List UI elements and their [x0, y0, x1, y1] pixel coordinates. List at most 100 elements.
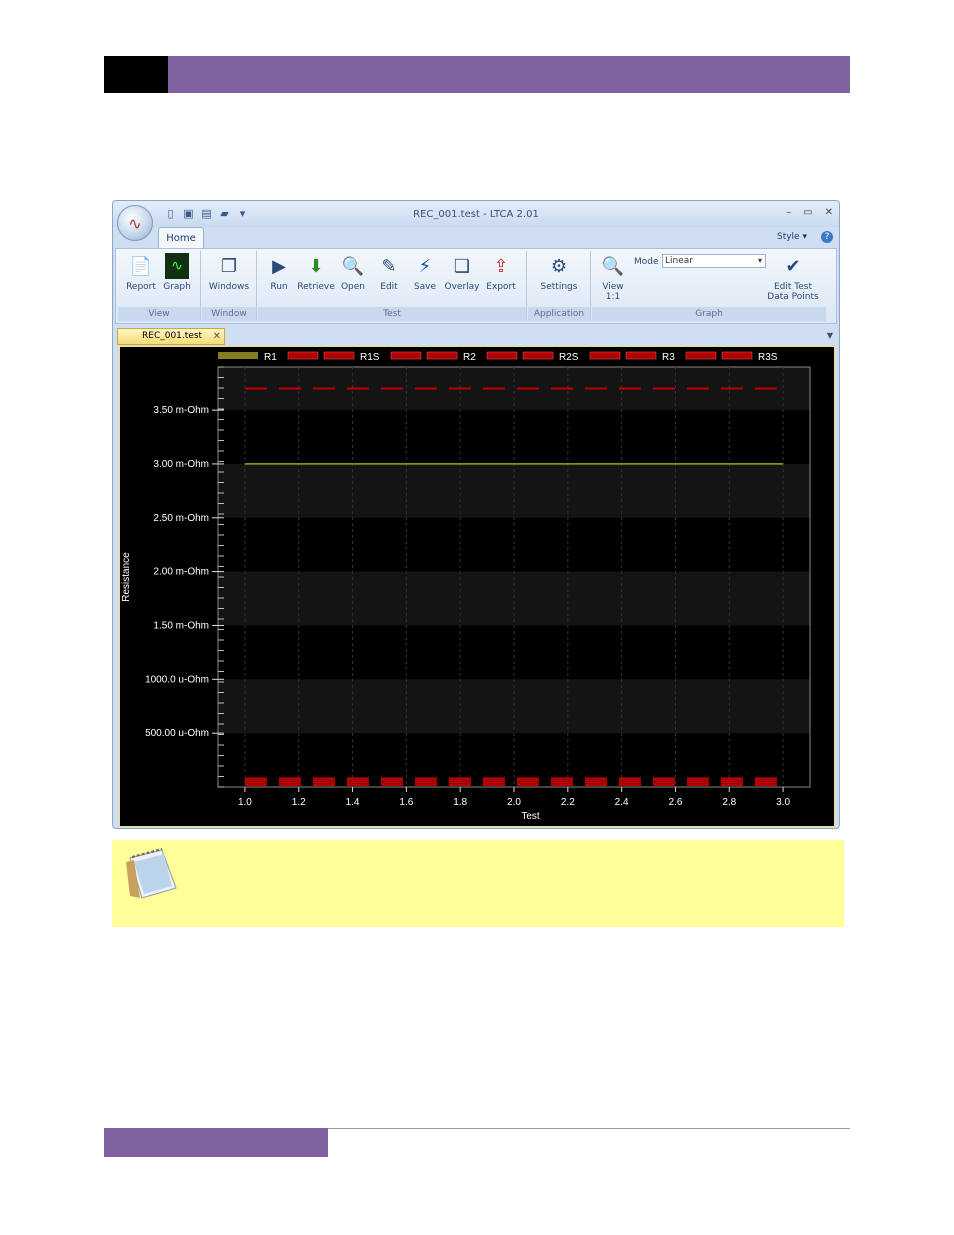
group-label-test: Test — [258, 307, 526, 321]
chevron-down-icon: ▾ — [802, 232, 807, 242]
page-footer-bar — [104, 1128, 328, 1157]
document-tab[interactable]: REC_001.test ✕ — [117, 328, 225, 345]
y-tick-label: 2.00 m-Ohm — [153, 567, 209, 578]
mode-select[interactable]: Linear ▾ — [662, 254, 766, 268]
x-tick-label: 3.0 — [776, 797, 790, 808]
retrieve-icon: ⬇ — [308, 255, 324, 277]
run-label: Run — [270, 282, 288, 292]
edit-button[interactable]: ✎ Edit — [374, 253, 404, 293]
legend-label: R1 — [264, 352, 277, 363]
maximize-button[interactable]: ▭ — [803, 207, 812, 218]
x-axis-label: Test — [521, 811, 540, 822]
mode-label: Mode — [634, 257, 659, 267]
y-tick-label: 500.00 u-Ohm — [145, 728, 209, 739]
resistance-chart: 500.00 u-Ohm 1000.0 u-Ohm 1.50 m-Ohm 2.00 m… — [121, 351, 811, 822]
y-axis-label: Resistance — [121, 552, 132, 602]
group-label-application: Application — [528, 307, 590, 321]
x-tick-label: 1.8 — [453, 797, 467, 808]
legend-item-r3: R3 — [589, 351, 675, 363]
group-label-graph: Graph — [592, 307, 826, 321]
x-tick-label: 1.0 — [238, 797, 252, 808]
y-tick-label: 3.50 m-Ohm — [153, 405, 209, 416]
group-label-view: View — [118, 307, 200, 321]
y-tick-label: 3.00 m-Ohm — [153, 459, 209, 470]
application-menu-button[interactable]: ∿ — [117, 205, 153, 241]
ribbon-group-test: ▶ Run ⬇ Retrieve 🔍 Open ✎ Edit ⚡ Save ❏ … — [258, 251, 527, 321]
view-ratio-label: 1:1 — [605, 292, 621, 302]
view-1-1-button[interactable]: 🔍 View 1:1 — [596, 253, 630, 303]
retrieve-button[interactable]: ⬇ Retrieve — [296, 253, 336, 293]
help-icon[interactable]: ? — [821, 231, 833, 243]
retrieve-label: Retrieve — [297, 282, 335, 292]
tab-list-dropdown-icon[interactable]: ▼ — [827, 331, 833, 340]
x-tick-label: 1.4 — [346, 797, 360, 808]
report-button[interactable]: 📄 Report — [124, 253, 158, 293]
page-header-bar — [168, 56, 850, 93]
x-tick-label: 2.0 — [507, 797, 521, 808]
legend-item-r2: R2 — [390, 351, 476, 363]
windows-icon: ❐ — [220, 255, 238, 277]
graph-icon: ∿ — [165, 253, 189, 279]
page-header-block — [104, 56, 168, 93]
graph-button[interactable]: ∿ Graph — [160, 253, 194, 292]
export-button[interactable]: ⇪ Export — [484, 253, 518, 293]
magnifier-icon: 🔍 — [601, 255, 625, 277]
legend-swatch — [625, 351, 657, 360]
edit-test-data-points-button[interactable]: ✔ Edit Test Data Points — [762, 253, 824, 303]
legend-swatch — [522, 351, 554, 360]
data-points-label: Data Points — [767, 292, 819, 302]
open-button[interactable]: 🔍 Open — [338, 253, 368, 293]
style-label: Style — [776, 232, 800, 242]
close-button[interactable]: ✕ — [825, 207, 833, 218]
title-bar: ▯ ▣ ▤ ▰ ▾ REC_001.test - LTCA 2.01 – ▭ ✕ — [113, 201, 839, 227]
note-box — [112, 840, 844, 927]
windows-button[interactable]: ❐ Windows — [206, 253, 252, 293]
legend-label: R3S — [758, 352, 778, 363]
tab-home[interactable]: Home — [158, 227, 204, 249]
x-tick-label: 1.2 — [292, 797, 306, 808]
report-icon: 📄 — [129, 255, 153, 277]
legend-label: R3 — [662, 352, 675, 363]
y-tick-label: 1000.0 u-Ohm — [145, 674, 209, 685]
legend-item-r3s: R3S — [685, 351, 778, 363]
save-button[interactable]: ⚡ Save — [410, 253, 440, 293]
run-button[interactable]: ▶ Run — [264, 253, 294, 293]
legend-swatch — [323, 351, 355, 360]
legend-label: R1S — [360, 352, 380, 363]
legend-swatch — [589, 351, 621, 360]
save-label: Save — [413, 282, 437, 292]
chart-area: 500.00 u-Ohm 1000.0 u-Ohm 1.50 m-Ohm 2.00 m… — [119, 346, 835, 827]
settings-button[interactable]: ⚙ Settings — [536, 253, 582, 293]
notepad-icon — [126, 848, 177, 899]
style-menu[interactable]: Style ▾ — [777, 232, 807, 242]
minimize-button[interactable]: – — [786, 207, 791, 218]
ribbon-group-view: 📄 Report ∿ Graph View — [118, 251, 201, 321]
legend-label: R2S — [559, 352, 579, 363]
graph-label: Graph — [163, 282, 191, 292]
legend-swatch — [390, 351, 422, 360]
run-icon: ▶ — [272, 255, 286, 277]
close-tab-icon[interactable]: ✕ — [213, 329, 221, 344]
legend-label: R2 — [463, 352, 476, 363]
legend-swatch — [486, 351, 518, 360]
legend-item-r2s: R2S — [486, 351, 579, 363]
edit-icon: ✎ — [381, 255, 397, 277]
edit-data-points-icon: ✔ — [785, 255, 801, 277]
export-label: Export — [486, 282, 516, 292]
ribbon-group-application: ⚙ Settings Application — [528, 251, 591, 321]
overlay-button[interactable]: ❏ Overlay — [444, 253, 480, 293]
view-label: View — [602, 282, 624, 292]
open-label: Open — [340, 282, 366, 292]
ribbon-group-window: ❐ Windows Window — [202, 251, 257, 321]
window-title: REC_001.test - LTCA 2.01 — [413, 209, 539, 220]
save-icon: ⚡ — [418, 255, 432, 277]
x-tick-label: 1.6 — [399, 797, 413, 808]
mode-value: Linear — [665, 256, 693, 266]
windows-label: Windows — [208, 282, 250, 292]
legend-swatch — [685, 351, 717, 360]
x-tick-label: 2.6 — [669, 797, 683, 808]
edit-label: Edit — [380, 282, 398, 292]
report-label: Report — [126, 282, 156, 292]
legend-item-r1: R1 — [218, 352, 277, 363]
y-tick-label: 1.50 m-Ohm — [153, 620, 209, 631]
